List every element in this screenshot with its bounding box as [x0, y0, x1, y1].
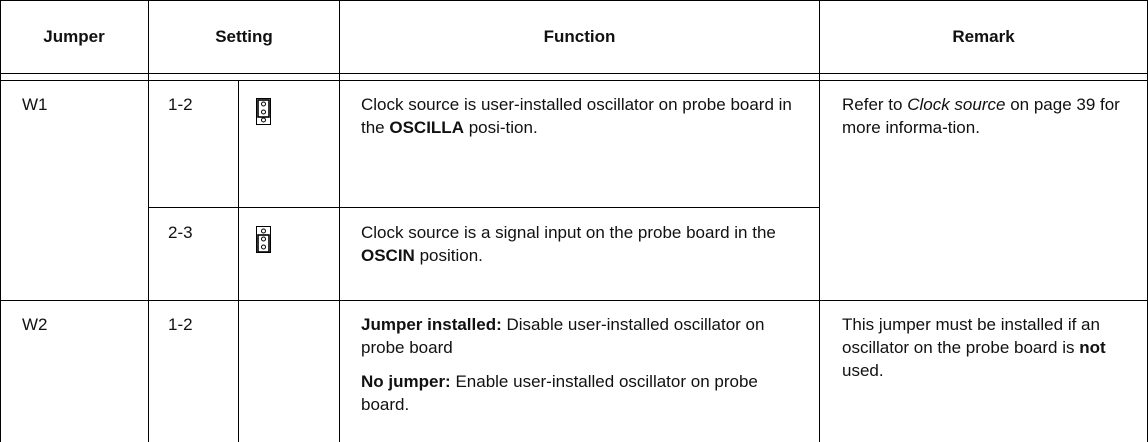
col-rule-0 — [0, 0, 1, 442]
header-setting: Setting — [215, 27, 273, 46]
col-rule-3 — [339, 0, 340, 442]
row-w1b-function: Clock source is a signal input on the pr… — [361, 223, 776, 265]
row-w1-function: Clock source is user-installed oscillato… — [361, 95, 792, 137]
header-remark: Remark — [952, 27, 1015, 46]
col-rule-2 — [238, 80, 239, 442]
row-w1-jumper: W1 — [22, 95, 48, 114]
row-w2-function-nojumper: No jumper: Enable user-installed oscilla… — [361, 372, 758, 414]
header-function: Function — [543, 27, 616, 46]
header-rule-2 — [0, 80, 1148, 81]
table-top-rule — [0, 0, 1148, 1]
row-w2-remark: This jumper must be installed if an osci… — [842, 315, 1106, 380]
row-w2-setting: 1-2 — [168, 315, 193, 334]
row-w1-a-rule — [149, 207, 819, 208]
col-rule-1 — [148, 0, 149, 442]
jumper-1-2-icon — [256, 98, 272, 131]
jumper-table: Jumper Setting Function Remark W1 1-2 Cl… — [0, 0, 1148, 442]
header-rule-1 — [0, 73, 1148, 74]
col-rule-4 — [819, 0, 820, 442]
row-w1-setting: 1-2 — [168, 95, 193, 114]
row-w1-rule — [0, 300, 1148, 301]
header-jumper: Jumper — [43, 27, 105, 46]
row-w1-remark: Refer to Clock source on page 39 for mor… — [842, 95, 1120, 137]
row-w2-jumper: W2 — [22, 315, 48, 334]
row-w1b-setting: 2-3 — [168, 223, 193, 242]
jumper-2-3-icon — [256, 226, 272, 259]
row-w2-function-installed: Jumper installed: Disable user-installed… — [361, 315, 765, 357]
